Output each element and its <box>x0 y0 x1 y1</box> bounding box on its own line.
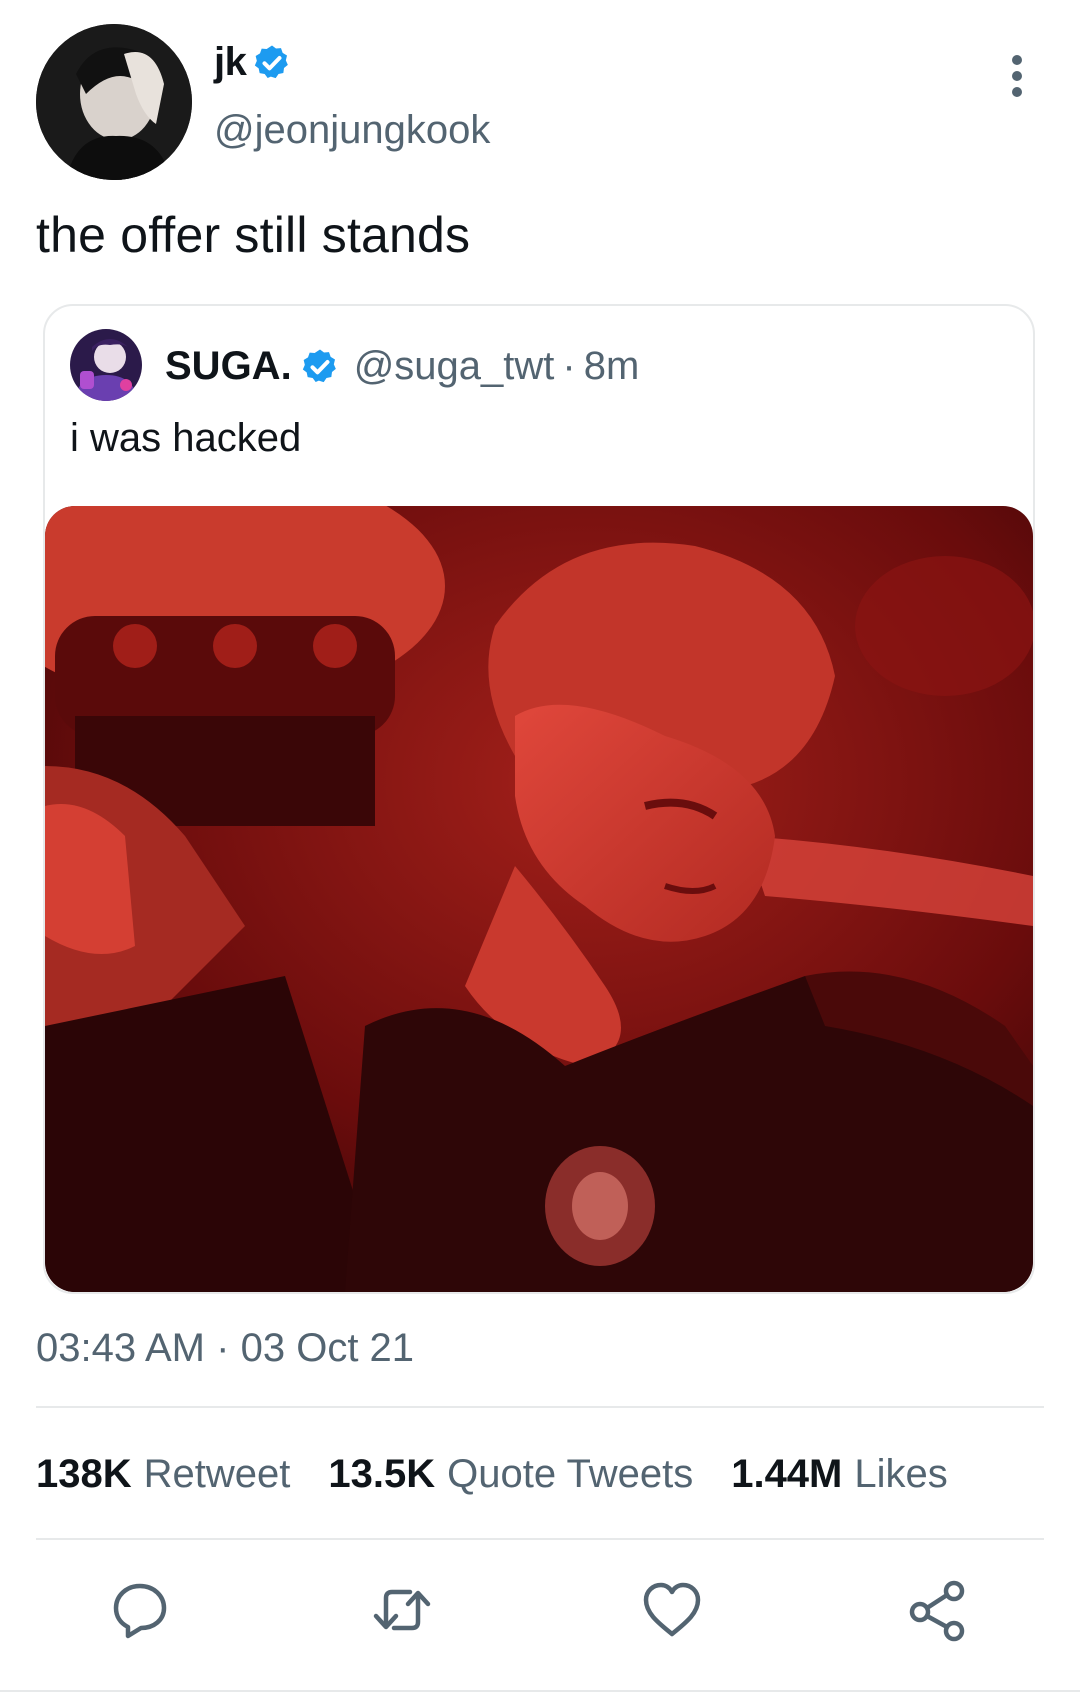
author-handle[interactable]: @jeonjungkook <box>214 108 490 153</box>
quoted-handle: @suga_twt <box>353 344 555 388</box>
bottom-divider <box>0 1690 1080 1692</box>
share-icon <box>909 1580 965 1642</box>
tweet-time: 03:43 AM <box>36 1326 206 1370</box>
author-display-name[interactable]: jk <box>214 40 247 85</box>
retweet-button[interactable] <box>370 1578 434 1642</box>
retweet-label: Retweet <box>143 1452 291 1496</box>
quoted-display-name: SUGA. <box>165 344 292 388</box>
heart-icon <box>643 1582 701 1637</box>
retweet-count: 138K <box>36 1452 132 1496</box>
quoted-author-avatar[interactable] <box>70 329 142 401</box>
quote-tweets-stat[interactable]: 13.5K Quote Tweets <box>328 1452 693 1497</box>
quoted-relative-time: 8m <box>583 344 640 388</box>
verified-badge-icon <box>255 45 289 78</box>
more-vertical-icon <box>1012 55 1022 97</box>
author-avatar-image <box>36 24 192 180</box>
share-button[interactable] <box>906 1578 970 1642</box>
quote-tweets-count: 13.5K <box>328 1452 436 1496</box>
divider <box>36 1406 1044 1408</box>
tweet-stats: 138K Retweet 13.5K Quote Tweets 1.44M Li… <box>36 1452 948 1497</box>
likes-stat[interactable]: 1.44M Likes <box>731 1452 948 1497</box>
author-name-row: jk <box>214 40 292 85</box>
quoted-tweet-header: SUGA. @suga_twt · 8m <box>165 344 639 389</box>
quoted-tweet-text: i was hacked <box>70 416 302 460</box>
reply-button[interactable] <box>108 1578 172 1642</box>
quoted-verified-badge-icon <box>302 349 336 382</box>
tweet-action-bar <box>0 1578 1080 1650</box>
likes-label: Likes <box>854 1452 948 1496</box>
quoted-separator: · <box>562 344 576 388</box>
divider <box>36 1538 1044 1540</box>
quoted-author-avatar-image <box>70 329 142 401</box>
reply-icon <box>113 1583 167 1639</box>
quote-tweets-label: Quote Tweets <box>447 1452 694 1496</box>
like-button[interactable] <box>640 1578 704 1642</box>
quoted-tweet-card[interactable]: SUGA. @suga_twt · 8m i was hacked <box>43 304 1035 1294</box>
more-options-button[interactable] <box>995 52 1039 100</box>
retweet-icon <box>373 1589 431 1631</box>
tweet-date: 03 Oct 21 <box>240 1326 415 1370</box>
tweet-timestamp[interactable]: 03:43 AM · 03 Oct 21 <box>36 1326 414 1371</box>
quoted-tweet-media[interactable] <box>45 506 1033 1292</box>
timestamp-separator: · <box>216 1326 230 1370</box>
tweet-text: the offer still stands <box>36 207 471 263</box>
author-avatar[interactable] <box>36 24 192 180</box>
quoted-media-image <box>45 506 1033 1292</box>
retweet-stat[interactable]: 138K Retweet <box>36 1452 290 1497</box>
likes-count: 1.44M <box>731 1452 843 1496</box>
